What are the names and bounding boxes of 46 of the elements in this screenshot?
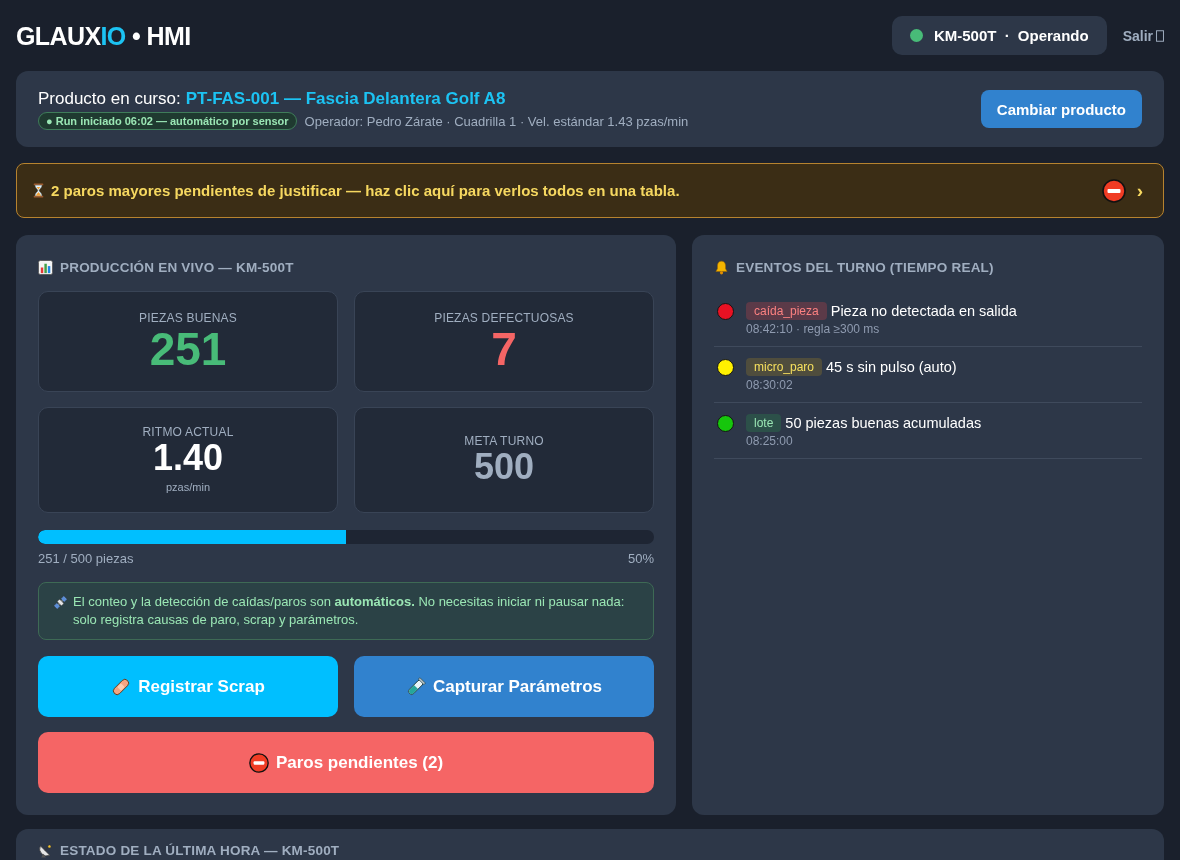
stat-value: 500 [473, 448, 535, 486]
stat-value: 7 [491, 324, 517, 373]
chevron-icon: › [1136, 180, 1143, 201]
satellite-icon [53, 595, 68, 610]
bar-chart-icon [38, 259, 53, 275]
machine-status-text: KM-500T · Operando [933, 27, 1089, 44]
product-name: PT-FAS-001 — Fascia Delantera Golf A8 [185, 88, 506, 109]
satellite-dish-icon [38, 842, 53, 858]
panel-title: ESTADO DE LA ÚLTIMA HORA — KM-500T [60, 842, 340, 858]
progress-percent: 50% [627, 551, 654, 566]
stat-label: META TURNO [464, 434, 544, 448]
pending-stops-button[interactable]: Paros pendientes (2) [38, 732, 654, 793]
event-message: Pieza no detectada en salida [830, 302, 1017, 321]
app-logo: GLAUXIO • HMI [16, 20, 191, 51]
event-message: 45 s sin pulso (auto) [826, 358, 957, 377]
event-message: 50 piezas buenas acumuladas [785, 414, 982, 433]
product-label: Producto en curso: [38, 88, 181, 109]
stat-value: 1.40 [152, 439, 224, 477]
stat-label: PIEZAS BUENAS [139, 310, 237, 325]
missing-glyph-icon [1156, 29, 1164, 42]
stat-value: 251 [149, 324, 227, 373]
register-scrap-button[interactable]: Registrar Scrap [38, 656, 338, 717]
change-product-button[interactable]: Cambiar producto [980, 90, 1142, 128]
run-status-badge: ● Run iniciado 06:02 — automático por sensor [38, 112, 297, 130]
capture-parameters-button[interactable]: Capturar Parámetros [354, 656, 654, 717]
hourglass-icon [33, 183, 44, 198]
panel-title: PRODUCCIÓN EN VIVO — KM-500T [60, 259, 294, 275]
operator-details: Operador: Pedro Zárate · Cuadrilla 1 · Vel. estándar 1.43 pzas/min [304, 113, 689, 129]
event-time: 08:42:10 · regla ≥300 ms [746, 322, 880, 337]
no-entry-icon [248, 752, 269, 773]
stat-label: RITMO ACTUAL [142, 425, 234, 439]
no-entry-icon [1101, 178, 1126, 203]
stat-unit: pzas/min [166, 480, 210, 495]
event-tag: caída_pieza [746, 302, 827, 320]
info-text: El conteo y la detección de caídas/paros son automáticos. No necesitas iniciar ni pausar nada: solo registra causas de paro, scrap y parámetros. [73, 593, 626, 629]
alert-message: 2 paros mayores pendientes de justificar — haz clic aquí para verlos todos en una tabla. [51, 182, 681, 199]
event-time: 08:30:02 [746, 378, 793, 393]
event-time: 08:25:00 [746, 434, 793, 449]
progress-caption: 251 / 500 piezas [38, 551, 134, 566]
bell-icon [714, 259, 729, 275]
event-tag: micro_paro [746, 358, 823, 376]
logout-button[interactable]: Salir [1122, 27, 1164, 44]
panel-title: EVENTOS DEL TURNO (TIEMPO REAL) [736, 259, 994, 275]
event-tag: lote [746, 414, 782, 432]
stat-label: PIEZAS DEFECTUOSAS [434, 310, 574, 325]
pending-stops-alert[interactable]: 2 paros mayores pendientes de justificar — haz clic aquí para verlos todos en una tabla. › [16, 163, 1164, 218]
